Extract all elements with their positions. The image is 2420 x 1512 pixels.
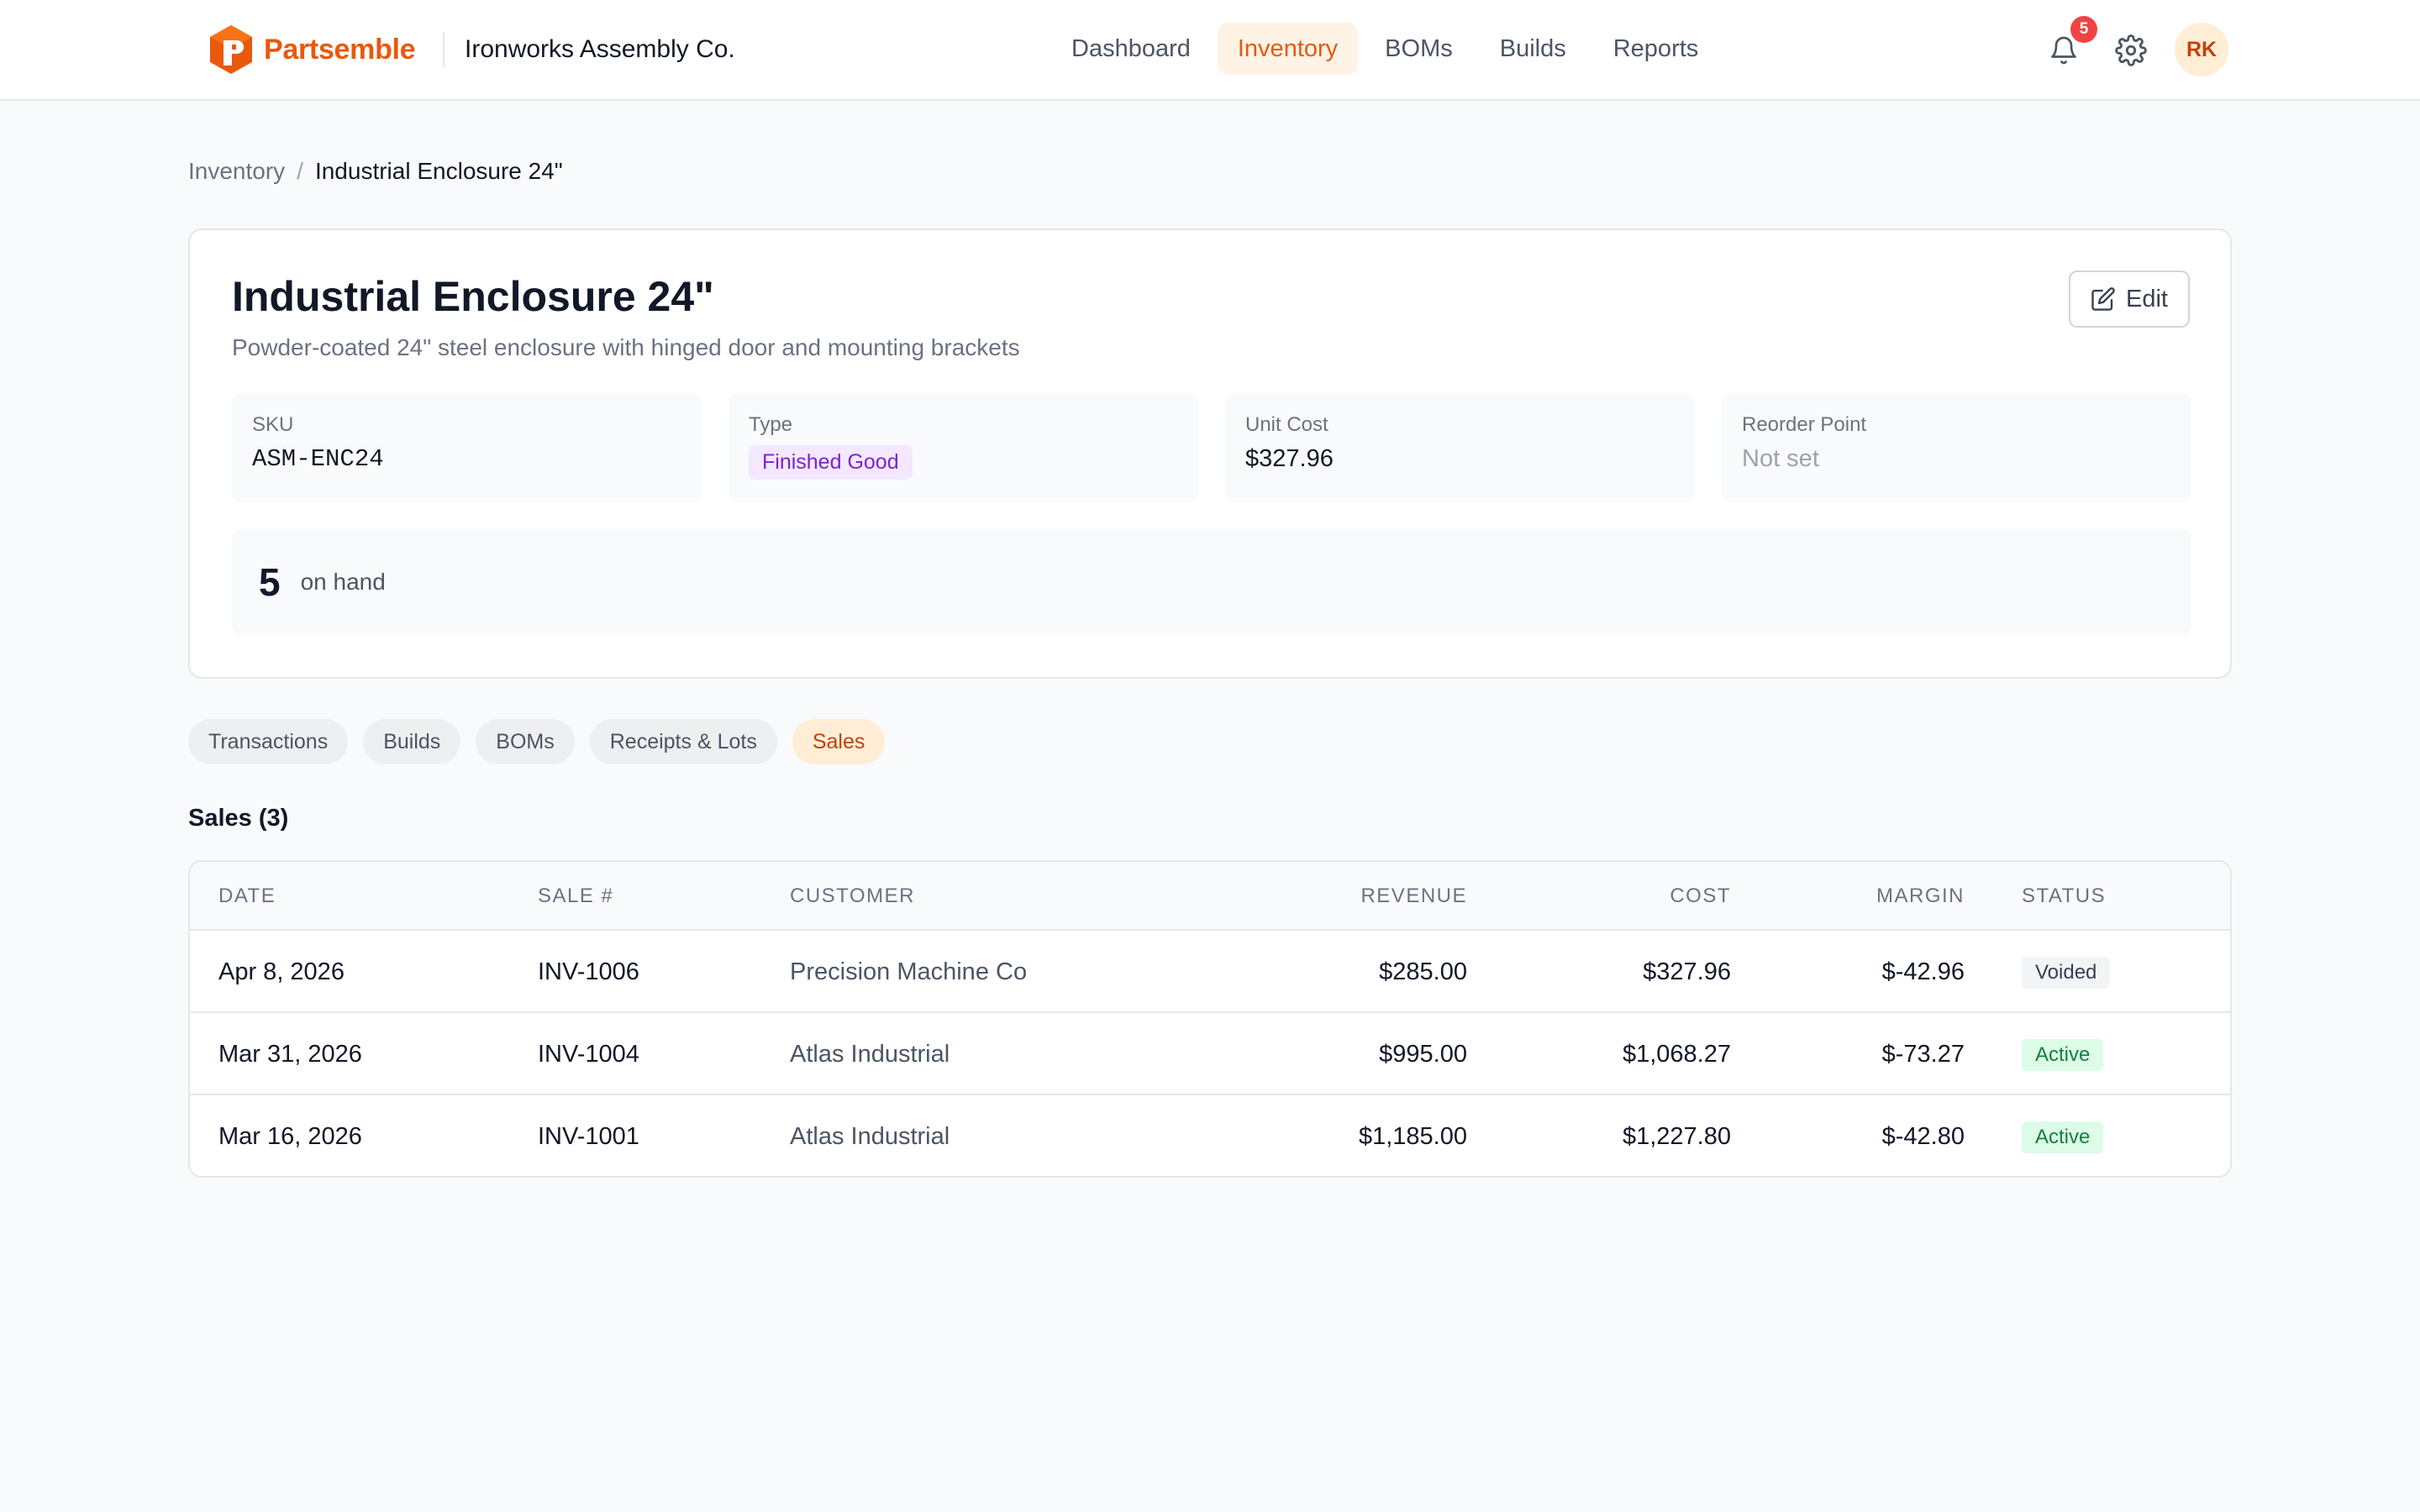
column-header-date[interactable]: DATE <box>218 862 276 931</box>
sale-revenue: $285.00 <box>1379 958 1467 985</box>
column-header-cost[interactable]: COST <box>1670 862 1731 931</box>
item-detail-card: Industrial Enclosure 24" Powder-coated 2… <box>188 228 2232 679</box>
reorder-point-field: Reorder Point Not set <box>1722 393 2191 502</box>
sale-margin: $-42.80 <box>1881 1123 1965 1150</box>
breadcrumb: Inventory / Industrial Enclosure 24" <box>188 155 563 188</box>
reorder-point-label: Reorder Point <box>1742 413 1867 436</box>
sales-section-title: Sales (3) <box>188 805 289 832</box>
pencil-square-icon <box>2091 287 2115 311</box>
sale-status-cell: Active <box>2022 1013 2104 1095</box>
type-label: Type <box>749 413 793 436</box>
tab-boms[interactable]: BOMs <box>476 719 575 764</box>
type-badge: Finished Good <box>749 445 913 480</box>
tab-builds[interactable]: Builds <box>363 719 461 764</box>
nav-reports[interactable]: Reports <box>1593 23 1719 75</box>
organization-name: Ironworks Assembly Co. <box>465 35 735 63</box>
user-avatar[interactable]: RK <box>2175 23 2228 76</box>
on-hand-label: on hand <box>300 569 386 595</box>
detail-tabs: Transactions Builds BOMs Receipts & Lots… <box>188 719 886 764</box>
sale-status-cell: Voided <box>2022 931 2111 1013</box>
sale-customer: Precision Machine Co <box>790 958 1028 985</box>
sale-cost: $327.96 <box>1643 958 1731 985</box>
sale-cost: $1,068.27 <box>1622 1041 1731 1068</box>
notification-count-badge: 5 <box>2070 16 2097 43</box>
column-header-margin[interactable]: MARGIN <box>1876 862 1965 931</box>
sale-number: INV-1001 <box>538 1123 639 1150</box>
sale-date: Mar 16, 2026 <box>218 1123 362 1150</box>
status-badge: Voided <box>2022 957 2111 990</box>
sale-margin: $-42.96 <box>1881 958 1965 985</box>
item-description: Powder-coated 24" steel enclosure with h… <box>232 334 1020 360</box>
sale-customer: Atlas Industrial <box>790 1041 950 1068</box>
table-header: DATE SALE # CUSTOMER REVENUE COST MARGIN… <box>190 862 2230 931</box>
sale-revenue: $995.00 <box>1379 1041 1467 1068</box>
type-field: Type Finished Good <box>729 393 1198 502</box>
tab-transactions[interactable]: Transactions <box>188 719 349 764</box>
partsemble-logo-icon <box>210 25 252 74</box>
reorder-point-value: Not set <box>1742 445 1819 472</box>
table-row[interactable]: Mar 31, 2026 INV-1004 Atlas Industrial $… <box>190 1013 2230 1095</box>
table-row[interactable]: Apr 8, 2026 INV-1006 Precision Machine C… <box>190 931 2230 1013</box>
column-header-sale-number[interactable]: SALE # <box>538 862 613 931</box>
top-navbar: Partsemble Ironworks Assembly Co. Dashbo… <box>0 0 2420 101</box>
status-badge: Active <box>2022 1039 2104 1072</box>
unit-cost-value: $327.96 <box>1245 445 1334 472</box>
main-nav: Dashboard Inventory BOMs Builds Reports <box>1051 23 1718 75</box>
sku-value: ASM-ENC24 <box>252 445 384 473</box>
page-title: Industrial Enclosure 24" <box>232 273 714 320</box>
tab-sales[interactable]: Sales <box>792 719 886 764</box>
brand-name: Partsemble <box>264 33 416 66</box>
nav-inventory[interactable]: Inventory <box>1217 23 1359 75</box>
sale-date: Mar 31, 2026 <box>218 1041 362 1068</box>
on-hand-panel: 5 on hand <box>232 529 2191 635</box>
item-fields: SKU ASM-ENC24 Type Finished Good Unit Co… <box>232 393 2191 502</box>
sku-field: SKU ASM-ENC24 <box>232 393 702 502</box>
edit-button-label: Edit <box>2126 285 2168 312</box>
column-header-revenue[interactable]: REVENUE <box>1360 862 1467 931</box>
edit-button[interactable]: Edit <box>2069 270 2190 328</box>
breadcrumb-separator: / <box>297 158 303 184</box>
table-row[interactable]: Mar 16, 2026 INV-1001 Atlas Industrial $… <box>190 1095 2230 1176</box>
status-badge: Active <box>2022 1121 2104 1154</box>
sale-revenue: $1,185.00 <box>1358 1123 1467 1150</box>
settings-button[interactable] <box>2111 30 2151 71</box>
brand-logo-link[interactable]: Partsemble <box>207 22 416 77</box>
nav-dashboard[interactable]: Dashboard <box>1051 23 1211 75</box>
column-header-status[interactable]: STATUS <box>2022 862 2106 931</box>
header-divider <box>443 32 445 67</box>
tab-receipts-lots[interactable]: Receipts & Lots <box>589 719 777 764</box>
sale-number: INV-1006 <box>538 958 639 985</box>
unit-cost-label: Unit Cost <box>1245 413 1328 436</box>
breadcrumb-current: Industrial Enclosure 24" <box>314 158 563 184</box>
column-header-customer[interactable]: CUSTOMER <box>790 862 915 931</box>
nav-builds[interactable]: Builds <box>1480 23 1586 75</box>
sku-label: SKU <box>252 413 294 436</box>
sale-date: Apr 8, 2026 <box>218 958 345 985</box>
unit-cost-field: Unit Cost $327.96 <box>1225 393 1695 502</box>
sale-margin: $-73.27 <box>1881 1041 1965 1068</box>
breadcrumb-inventory-link[interactable]: Inventory <box>188 155 285 188</box>
gear-icon <box>2115 34 2147 66</box>
sale-number: INV-1004 <box>538 1041 639 1068</box>
sale-status-cell: Active <box>2022 1095 2104 1176</box>
nav-boms[interactable]: BOMs <box>1365 23 1473 75</box>
sale-customer: Atlas Industrial <box>790 1123 950 1150</box>
sales-table: DATE SALE # CUSTOMER REVENUE COST MARGIN… <box>188 860 2232 1178</box>
on-hand-quantity: 5 <box>259 560 281 604</box>
sale-cost: $1,227.80 <box>1622 1123 1731 1150</box>
